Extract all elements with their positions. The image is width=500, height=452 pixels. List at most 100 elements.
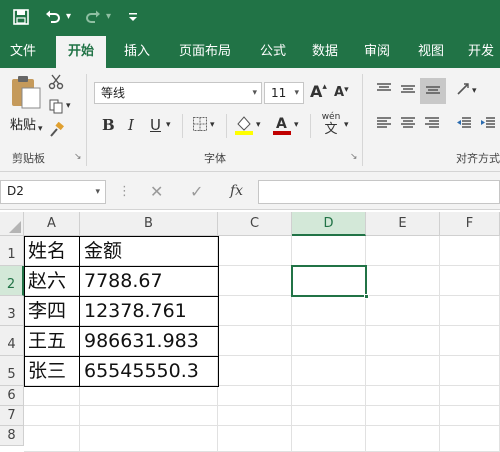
- cell-a3[interactable]: 李四: [24, 296, 80, 326]
- tab-data[interactable]: 数据: [302, 36, 348, 68]
- tab-review[interactable]: 审阅: [354, 36, 400, 68]
- cell-b3[interactable]: 12378.761: [80, 296, 218, 326]
- italic-button[interactable]: I: [128, 116, 134, 134]
- grid-cell[interactable]: [440, 236, 500, 266]
- cell-b5[interactable]: 65545550.3: [80, 356, 218, 386]
- tab-developer[interactable]: 开发: [462, 36, 500, 68]
- grid-cell[interactable]: [218, 236, 292, 266]
- tab-insert[interactable]: 插入: [114, 36, 160, 68]
- font-color-icon[interactable]: A: [272, 114, 292, 135]
- grid-cell[interactable]: [440, 266, 500, 296]
- grid-cell[interactable]: [440, 386, 500, 406]
- paste-dropdown-icon[interactable]: ▾: [38, 124, 43, 134]
- tab-formulas[interactable]: 公式: [250, 36, 296, 68]
- grid-cell[interactable]: [24, 406, 80, 426]
- column-header-b[interactable]: B: [80, 212, 218, 236]
- grid-cell[interactable]: [366, 266, 440, 296]
- align-middle-icon[interactable]: [398, 82, 418, 102]
- grid-cell[interactable]: [80, 386, 218, 406]
- grid-cell[interactable]: [366, 326, 440, 356]
- more-options-icon[interactable]: ⋮: [118, 184, 131, 199]
- shrink-font-button[interactable]: A▾: [334, 85, 349, 100]
- align-left-icon[interactable]: [374, 116, 394, 136]
- grid-cell[interactable]: [218, 326, 292, 356]
- grid-cell[interactable]: [218, 406, 292, 426]
- column-header-d[interactable]: D: [292, 212, 366, 236]
- grid-cell[interactable]: [440, 426, 500, 452]
- row-header-5[interactable]: 5: [0, 356, 24, 386]
- grid-cell[interactable]: [366, 296, 440, 326]
- row-header-6[interactable]: 6: [0, 386, 24, 406]
- confirm-entry-icon[interactable]: ✓: [190, 182, 203, 201]
- column-header-c[interactable]: C: [218, 212, 292, 236]
- fill-color-icon[interactable]: [234, 114, 254, 135]
- grid-cell[interactable]: [218, 426, 292, 452]
- phonetic-dropdown-icon[interactable]: ▾: [344, 120, 349, 130]
- grid-cell[interactable]: [440, 326, 500, 356]
- row-header-3[interactable]: 3: [0, 296, 24, 326]
- save-icon[interactable]: [12, 6, 30, 28]
- name-box[interactable]: D2 ▾: [0, 180, 106, 204]
- row-header-1[interactable]: 1: [0, 236, 24, 266]
- grid-cell[interactable]: [218, 386, 292, 406]
- orientation-dropdown-icon[interactable]: ▾: [472, 86, 477, 96]
- grid-cell[interactable]: [440, 356, 500, 386]
- align-top-icon[interactable]: [374, 82, 394, 102]
- select-all-corner[interactable]: [0, 212, 24, 236]
- grid-cell[interactable]: [292, 356, 366, 386]
- borders-icon[interactable]: [190, 116, 210, 136]
- cell-a5[interactable]: 张三: [24, 356, 80, 386]
- font-color-dropdown-icon[interactable]: ▾: [294, 120, 299, 130]
- copy-icon[interactable]: [46, 98, 66, 118]
- grid-cell[interactable]: [292, 426, 366, 452]
- grid-cell[interactable]: [80, 426, 218, 452]
- copy-dropdown-icon[interactable]: ▾: [66, 101, 71, 111]
- grid-cell[interactable]: [292, 326, 366, 356]
- fill-color-dropdown-icon[interactable]: ▾: [256, 120, 261, 130]
- cancel-entry-icon[interactable]: ✕: [150, 182, 163, 201]
- grid-cell[interactable]: [366, 406, 440, 426]
- grid-cell[interactable]: [292, 296, 366, 326]
- grid-cell[interactable]: [218, 296, 292, 326]
- grid-cell[interactable]: [366, 236, 440, 266]
- undo-dropdown-icon[interactable]: ▾: [66, 6, 71, 28]
- font-name-select[interactable]: 等线 ▾: [94, 82, 262, 104]
- fill-handle[interactable]: [364, 294, 369, 299]
- grid-cell[interactable]: [366, 426, 440, 452]
- grid-cell[interactable]: [292, 406, 366, 426]
- row-header-4[interactable]: 4: [0, 326, 24, 356]
- grid-cell[interactable]: [24, 386, 80, 406]
- align-right-icon[interactable]: [422, 116, 442, 136]
- insert-function-icon[interactable]: fx: [230, 183, 243, 199]
- redo-dropdown-icon[interactable]: ▾: [106, 6, 111, 28]
- column-header-e[interactable]: E: [366, 212, 440, 236]
- align-center-icon[interactable]: [398, 116, 418, 136]
- selected-cell-d2[interactable]: [291, 265, 367, 297]
- orientation-icon[interactable]: [454, 82, 474, 102]
- font-launcher-icon[interactable]: ↘: [350, 152, 358, 162]
- formula-input[interactable]: [258, 180, 500, 204]
- grid-cell[interactable]: [24, 426, 80, 452]
- cell-b4[interactable]: 986631.983: [80, 326, 218, 356]
- row-header-7[interactable]: 7: [0, 406, 24, 426]
- undo-icon[interactable]: [44, 6, 62, 28]
- tab-view[interactable]: 视图: [408, 36, 454, 68]
- clipboard-launcher-icon[interactable]: ↘: [74, 152, 82, 162]
- grid-cell[interactable]: [366, 356, 440, 386]
- redo-icon[interactable]: [84, 6, 102, 28]
- underline-button[interactable]: U: [150, 116, 161, 134]
- borders-dropdown-icon[interactable]: ▾: [210, 120, 215, 130]
- tab-home[interactable]: 开始: [56, 36, 106, 68]
- column-header-a[interactable]: A: [24, 212, 80, 236]
- grid-cell[interactable]: [218, 356, 292, 386]
- grid-cell[interactable]: [440, 296, 500, 326]
- bold-button[interactable]: B: [102, 116, 115, 134]
- cell-b2[interactable]: 7788.67: [80, 266, 218, 296]
- grow-font-button[interactable]: A▴: [310, 82, 327, 101]
- align-bottom-icon[interactable]: [420, 78, 446, 104]
- phonetic-guide-button[interactable]: wén 文: [318, 112, 344, 140]
- grid-cell[interactable]: [218, 266, 292, 296]
- tab-file[interactable]: 文件: [0, 36, 46, 68]
- cell-a1[interactable]: 姓名: [24, 236, 80, 266]
- grid-cell[interactable]: [366, 386, 440, 406]
